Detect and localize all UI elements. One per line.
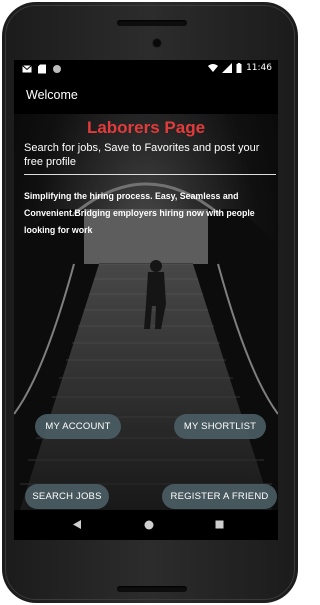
navigation-bar xyxy=(14,510,278,540)
battery-icon xyxy=(236,63,242,73)
app-bar: Welcome xyxy=(14,78,278,114)
back-icon[interactable] xyxy=(72,519,82,530)
phone-frame: 11:46 Welcome Laborers Page Search for j… xyxy=(2,2,298,603)
sync-icon xyxy=(53,65,61,73)
mail-icon xyxy=(22,65,32,73)
home-icon[interactable] xyxy=(144,520,154,530)
signal-icon xyxy=(222,63,233,73)
bottom-speaker xyxy=(117,586,187,592)
recents-icon[interactable] xyxy=(215,520,224,529)
screen: 11:46 Welcome Laborers Page Search for j… xyxy=(14,60,278,540)
search-jobs-button[interactable]: SEARCH JOBS xyxy=(25,484,109,509)
top-speaker xyxy=(117,20,187,26)
wifi-icon xyxy=(208,64,219,72)
page-heading: Laborers Page xyxy=(86,118,206,137)
front-camera xyxy=(152,38,162,48)
page-subtitle: Search for jobs, Save to Favorites and p… xyxy=(24,142,260,168)
app-bar-title: Welcome xyxy=(26,88,78,102)
main-content: Laborers Page Search for jobs, Save to F… xyxy=(14,114,278,510)
register-friend-button[interactable]: REGISTER A FRIEND xyxy=(162,484,277,509)
my-account-button[interactable]: MY ACCOUNT xyxy=(35,414,121,439)
my-shortlist-button[interactable]: MY SHORTLIST xyxy=(174,414,266,439)
page-description: Simplifying the hiring process. Easy, Se… xyxy=(24,191,255,235)
status-bar: 11:46 xyxy=(14,60,278,78)
sd-card-icon xyxy=(38,64,46,74)
divider xyxy=(24,174,276,175)
status-time: 11:46 xyxy=(246,63,272,73)
